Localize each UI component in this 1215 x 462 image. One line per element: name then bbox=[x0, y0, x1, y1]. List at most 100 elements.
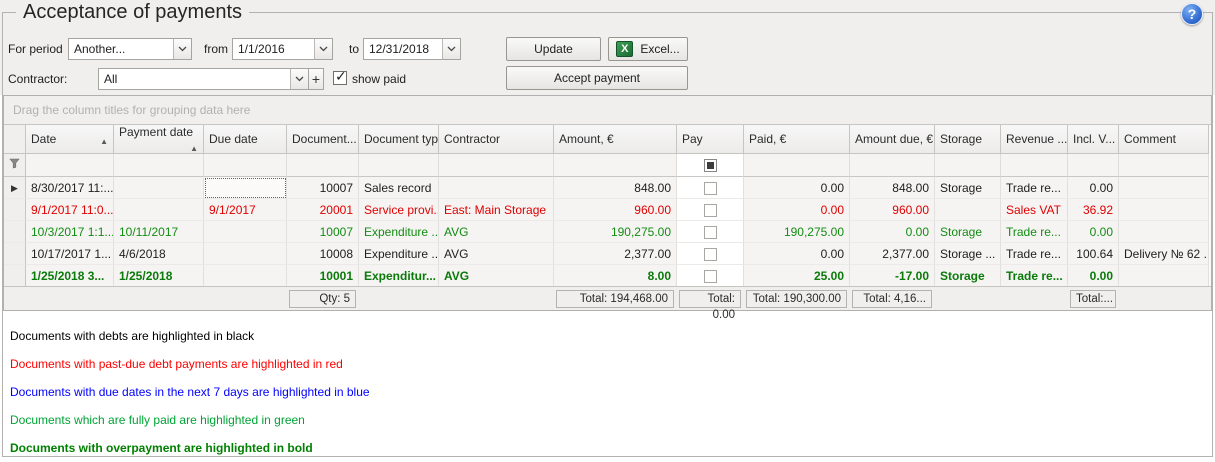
filter-cell-revenue[interactable] bbox=[1001, 154, 1068, 177]
add-contractor-button[interactable]: + bbox=[308, 68, 324, 90]
filter-cell-storage[interactable] bbox=[935, 154, 1001, 177]
cell-incl_vat[interactable]: 0.00 bbox=[1068, 265, 1119, 287]
cell-comment[interactable] bbox=[1119, 265, 1209, 287]
cell-amount_due[interactable]: 848.00 bbox=[850, 177, 935, 199]
header-paid[interactable]: Paid, € bbox=[744, 125, 850, 154]
cell-storage[interactable]: Storage ... bbox=[935, 243, 1001, 265]
cell-incl_vat[interactable]: 100.64 bbox=[1068, 243, 1119, 265]
cell-storage[interactable]: Storage bbox=[935, 265, 1001, 287]
pay-checkbox[interactable] bbox=[704, 226, 717, 239]
cell-pay[interactable] bbox=[677, 265, 744, 287]
cell-revenue[interactable]: Sales VAT bbox=[1001, 199, 1068, 221]
cell-comment[interactable] bbox=[1119, 177, 1209, 199]
header-doc_num[interactable]: Document... bbox=[287, 125, 359, 154]
header-pay[interactable]: Pay bbox=[677, 125, 744, 154]
cell-amount[interactable]: 960.00 bbox=[554, 199, 677, 221]
cell-payment_date[interactable]: 10/11/2017 bbox=[114, 221, 204, 243]
cell-due_date[interactable] bbox=[204, 177, 287, 199]
contractor-select[interactable]: All bbox=[98, 68, 309, 90]
filter-cell-contractor[interactable] bbox=[439, 154, 554, 177]
filter-cell-due_date[interactable] bbox=[204, 154, 287, 177]
cell-doc_num[interactable]: 20001 bbox=[287, 199, 359, 221]
cell-contractor[interactable] bbox=[439, 177, 554, 199]
cell-doc_num[interactable]: 10007 bbox=[287, 177, 359, 199]
cell-date[interactable]: 10/17/2017 1... bbox=[26, 243, 114, 265]
cell-storage[interactable] bbox=[935, 199, 1001, 221]
header-storage[interactable]: Storage bbox=[935, 125, 1001, 154]
cell-storage[interactable]: Storage bbox=[935, 221, 1001, 243]
cell-paid[interactable]: 190,275.00 bbox=[744, 221, 850, 243]
cell-doc_type[interactable]: Service provi... bbox=[359, 199, 439, 221]
to-date-input[interactable]: 12/31/2018 bbox=[363, 38, 461, 60]
cell-amount_due[interactable]: 960.00 bbox=[850, 199, 935, 221]
header-doc_type[interactable]: Document type bbox=[359, 125, 439, 154]
cell-pay[interactable] bbox=[677, 243, 744, 265]
cell-doc_type[interactable]: Expenditur... bbox=[359, 265, 439, 287]
cell-revenue[interactable]: Trade re... bbox=[1001, 265, 1068, 287]
filter-cell-paid[interactable] bbox=[744, 154, 850, 177]
pay-checkbox[interactable] bbox=[704, 248, 717, 261]
cell-doc_type[interactable]: Expenditure ... bbox=[359, 221, 439, 243]
header-amount[interactable]: Amount, € bbox=[554, 125, 677, 154]
filter-cell-doc_num[interactable] bbox=[287, 154, 359, 177]
cell-date[interactable]: 1/25/2018 3... bbox=[26, 265, 114, 287]
cell-contractor[interactable]: AVG bbox=[439, 221, 554, 243]
show-paid-checkbox[interactable]: ✓ bbox=[333, 71, 347, 85]
chevron-down-icon[interactable] bbox=[442, 39, 460, 59]
chevron-down-icon[interactable] bbox=[314, 39, 332, 59]
header-date[interactable]: Date▲ bbox=[26, 125, 114, 154]
chevron-down-icon[interactable] bbox=[173, 39, 191, 59]
filter-cell-payment_date[interactable] bbox=[114, 154, 204, 177]
accept-payment-button[interactable]: Accept payment bbox=[506, 66, 688, 90]
cell-date[interactable]: 8/30/2017 11:... bbox=[26, 177, 114, 199]
cell-amount[interactable]: 2,377.00 bbox=[554, 243, 677, 265]
header-incl_vat[interactable]: Incl. V... bbox=[1068, 125, 1119, 154]
cell-storage[interactable]: Storage bbox=[935, 177, 1001, 199]
cell-contractor[interactable]: AVG bbox=[439, 243, 554, 265]
cell-amount[interactable]: 848.00 bbox=[554, 177, 677, 199]
cell-due_date[interactable] bbox=[204, 265, 287, 287]
filter-cell-doc_type[interactable] bbox=[359, 154, 439, 177]
cell-pay[interactable] bbox=[677, 177, 744, 199]
header-due_date[interactable]: Due date bbox=[204, 125, 287, 154]
cell-date[interactable]: 10/3/2017 1:1... bbox=[26, 221, 114, 243]
cell-paid[interactable]: 0.00 bbox=[744, 199, 850, 221]
cell-paid[interactable]: 0.00 bbox=[744, 243, 850, 265]
group-by-panel[interactable]: Drag the column titles for grouping data… bbox=[4, 96, 1211, 125]
pay-checkbox[interactable] bbox=[704, 182, 717, 195]
cell-doc_type[interactable]: Sales record bbox=[359, 177, 439, 199]
cell-doc_num[interactable]: 10007 bbox=[287, 221, 359, 243]
filter-cell-date[interactable] bbox=[26, 154, 114, 177]
update-button[interactable]: Update bbox=[506, 37, 601, 61]
cell-paid[interactable]: 0.00 bbox=[744, 177, 850, 199]
cell-pay[interactable] bbox=[677, 199, 744, 221]
cell-payment_date[interactable] bbox=[114, 199, 204, 221]
cell-doc_num[interactable]: 10001 bbox=[287, 265, 359, 287]
table-row[interactable]: 9/1/2017 11:0... 9/1/201720001Service pro… bbox=[4, 199, 1209, 221]
cell-incl_vat[interactable]: 36.92 bbox=[1068, 199, 1119, 221]
cell-contractor[interactable]: AVG bbox=[439, 265, 554, 287]
filter-cell-amount_due[interactable] bbox=[850, 154, 935, 177]
cell-paid[interactable]: 25.00 bbox=[744, 265, 850, 287]
cell-payment_date[interactable] bbox=[114, 177, 204, 199]
from-date-input[interactable]: 1/1/2016 bbox=[232, 38, 333, 60]
cell-payment_date[interactable]: 1/25/2018 bbox=[114, 265, 204, 287]
chevron-down-icon[interactable] bbox=[290, 69, 308, 89]
cell-revenue[interactable]: Trade re... bbox=[1001, 221, 1068, 243]
excel-button[interactable]: X Excel... bbox=[608, 37, 688, 61]
cell-contractor[interactable]: East: Main Storage bbox=[439, 199, 554, 221]
header-revenue[interactable]: Revenue ... bbox=[1001, 125, 1068, 154]
table-row[interactable]: 1/25/2018 3...1/25/2018 10001Expenditur..… bbox=[4, 265, 1209, 287]
cell-incl_vat[interactable]: 0.00 bbox=[1068, 177, 1119, 199]
cell-pay[interactable] bbox=[677, 221, 744, 243]
cell-comment[interactable]: Delivery № 62 ... bbox=[1119, 243, 1209, 265]
cell-incl_vat[interactable]: 0.00 bbox=[1068, 221, 1119, 243]
cell-doc_type[interactable]: Expenditure ... bbox=[359, 243, 439, 265]
header-comment[interactable]: Comment bbox=[1119, 125, 1209, 154]
help-button[interactable]: ? bbox=[1181, 3, 1203, 25]
filter-cell-indicator[interactable] bbox=[4, 154, 26, 177]
cell-date[interactable]: 9/1/2017 11:0... bbox=[26, 199, 114, 221]
header-amount_due[interactable]: Amount due, € bbox=[850, 125, 935, 154]
cell-due_date[interactable]: 9/1/2017 bbox=[204, 199, 287, 221]
period-select[interactable]: Another... bbox=[68, 38, 192, 60]
